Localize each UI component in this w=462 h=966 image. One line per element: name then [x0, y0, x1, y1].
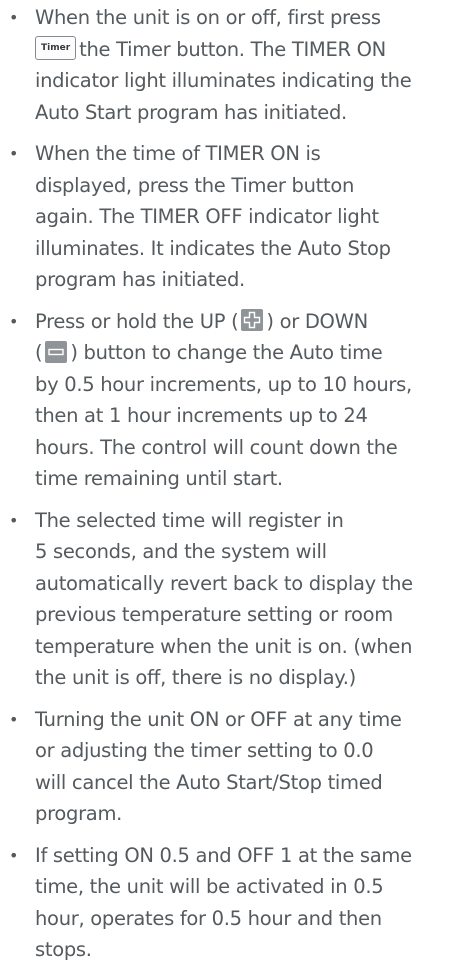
list-item-register-time: • The selected time will register in 5 s… [0, 505, 462, 694]
list-item-cancel-program: • Turning the unit ON or OFF at any time… [0, 704, 462, 830]
text-fragment: ) or DOWN [266, 309, 368, 333]
text-line: again. The TIMER OFF indicator light [35, 205, 379, 228]
text-line-with-icon: ( ) button to change the Auto time [35, 337, 456, 369]
text-line: time remaining until start. [35, 467, 283, 490]
text-fragment: ( [35, 341, 43, 364]
bullet: • [9, 510, 19, 530]
text-line: Turning the unit ON or OFF at any time [35, 707, 402, 731]
text-fragment: Press or hold the UP ( [35, 309, 239, 333]
text-line: If setting ON 0.5 and OFF 1 at the same [35, 843, 412, 867]
bullet: • [9, 144, 19, 163]
text-line-with-key: Timer the Timer button. The TIMER ON [35, 34, 456, 66]
text-line: or adjusting the timer setting to 0.0 [35, 739, 374, 762]
text-line: Auto Start program has initiated. [35, 100, 347, 124]
text-line: When the time of TIMER ON is [35, 142, 321, 165]
text-line-with-icon: Press or hold the UP ( ) or DOWN [35, 306, 456, 338]
list-item-timer-off: • When the time of TIMER ON is displayed… [0, 138, 462, 296]
text-fragment: ) button to change the Auto time [70, 341, 383, 364]
list-item-on-off-example: • If setting ON 0.5 and OFF 1 at the sam… [0, 840, 462, 966]
text-line: illuminates. It indicates the Auto Stop [35, 236, 391, 260]
bullet: • [9, 709, 19, 729]
text-line: temperature when the unit is on. (when [35, 634, 413, 658]
plus-icon [241, 309, 264, 331]
text-line: The selected time will register in [35, 508, 344, 532]
list-item-timer-on: • When the unit is on or off, first pres… [0, 2, 462, 128]
text-line: 5 seconds, and the system will [35, 540, 327, 563]
text-line: by 0.5 hour increments, up to 10 hours, [35, 372, 412, 396]
text-line: When the unit is on or off, first press [35, 6, 381, 29]
text-fragment: the Timer button. The TIMER ON [79, 37, 386, 61]
text-line: previous temperature setting or room [35, 603, 393, 626]
text-line: will cancel the Auto Start/Stop timed [35, 770, 383, 794]
text-line: hours. The control will count down the [35, 435, 398, 459]
timer-key-icon: Timer [35, 36, 77, 60]
text-line: then at 1 hour increments up to 24 [35, 404, 368, 427]
text-line: time, the unit will be activated in 0.5 [35, 875, 384, 898]
text-line: hour, operates for 0.5 hour and then [35, 906, 382, 930]
bullet: • [9, 8, 19, 27]
text-line: program has initiated. [35, 268, 245, 291]
bullet: • [9, 311, 19, 331]
instruction-list: • When the unit is on or off, first pres… [0, 2, 462, 966]
text-line: indicator light illuminates indicating t… [35, 69, 412, 92]
text-line: program. [35, 802, 123, 825]
text-line: automatically revert back to display the [35, 571, 413, 595]
timer-instructions: • When the unit is on or off, first pres… [0, 0, 462, 961]
minus-icon [45, 340, 68, 363]
text-line: displayed, press the Timer button [35, 173, 355, 197]
text-line: the unit is off, there is no display.) [35, 666, 356, 689]
bullet: • [9, 845, 19, 865]
text-line: stops. [35, 938, 92, 961]
list-item-up-down: • Press or hold the UP ( ) or DOWN ( ) but… [0, 306, 462, 495]
